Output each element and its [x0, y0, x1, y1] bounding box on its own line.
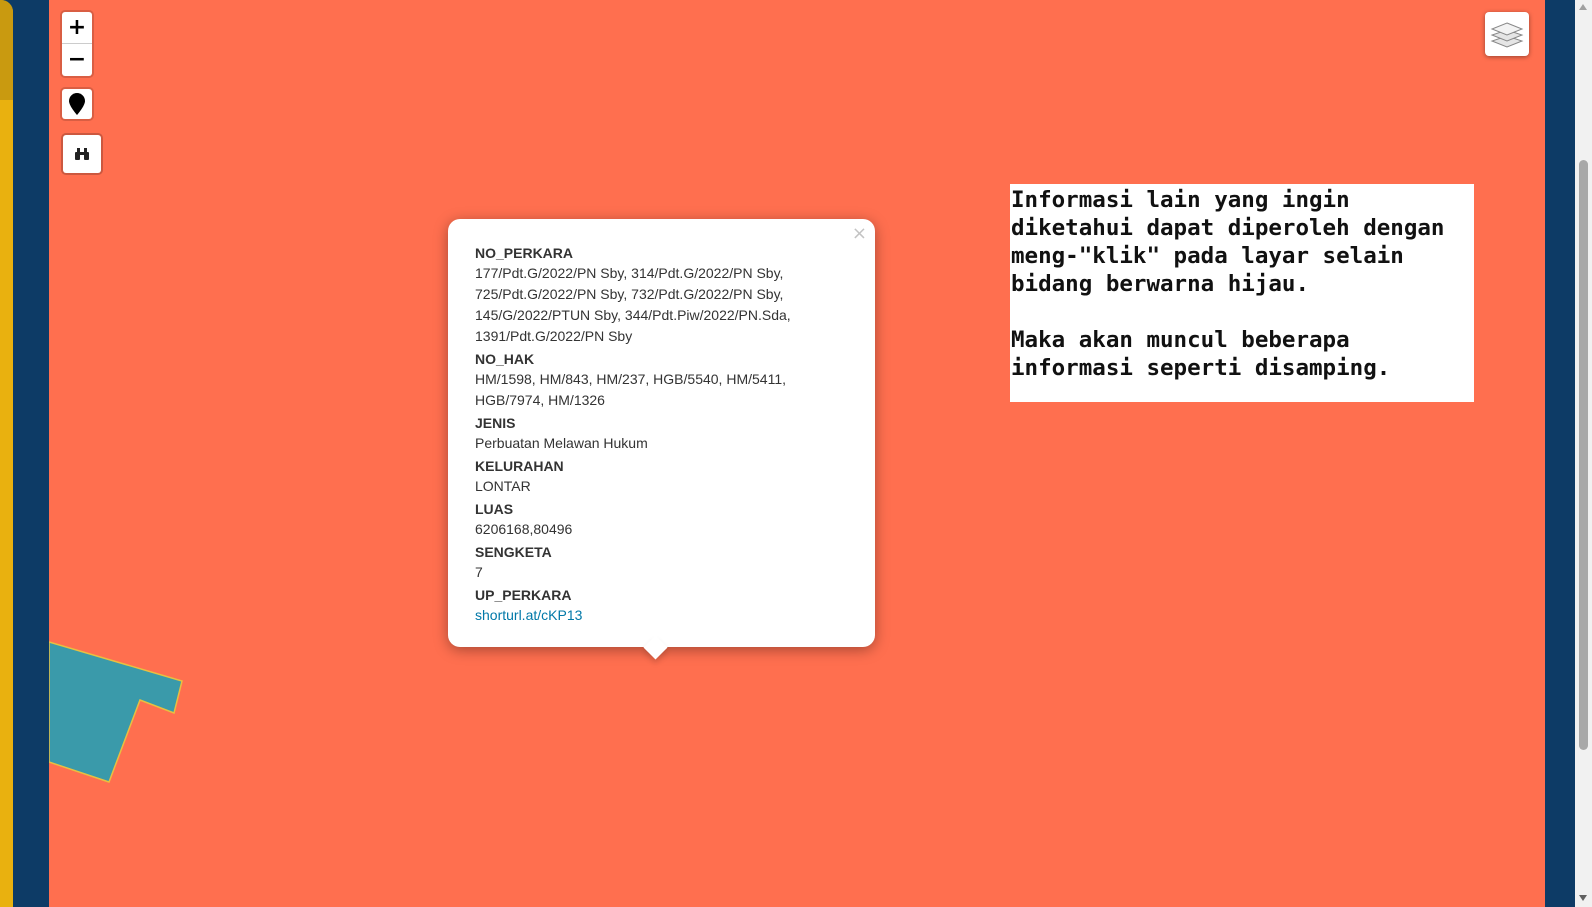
left-accent-bar: [0, 0, 13, 907]
zoom-control: + −: [62, 12, 92, 76]
field-name-jenis: JENIS: [475, 415, 516, 431]
map-canvas[interactable]: + − × NO_PERKARA 177/Pdt.G/2022/PN Sby, …: [49, 0, 1545, 907]
field-value-jenis: Perbuatan Melawan Hukum: [475, 435, 648, 451]
right-sidebar-strip: [1545, 0, 1575, 907]
left-accent-bar-top: [0, 0, 13, 100]
field-name-no-hak: NO_HAK: [475, 351, 535, 367]
map-marker-icon: [69, 93, 85, 115]
scroll-up-arrow-icon[interactable]: [1579, 4, 1587, 10]
field-value-no-perkara: 177/Pdt.G/2022/PN Sby, 314/Pdt.G/2022/PN…: [475, 265, 791, 344]
up-perkara-link[interactable]: shorturl.at/cKP13: [475, 607, 582, 623]
info-text: Informasi lain yang ingin diketahui dapa…: [1011, 187, 1445, 381]
scroll-thumb[interactable]: [1579, 160, 1588, 750]
zoom-out-button[interactable]: −: [62, 44, 92, 76]
locate-button[interactable]: [62, 89, 92, 119]
info-box: Informasi lain yang ingin diketahui dapa…: [1010, 184, 1474, 402]
popup-close-button[interactable]: ×: [852, 223, 867, 245]
layers-icon: [1490, 22, 1524, 48]
popup-content: NO_PERKARA 177/Pdt.G/2022/PN Sby, 314/Pd…: [475, 241, 845, 626]
field-name-no-perkara: NO_PERKARA: [475, 245, 574, 261]
field-name-luas: LUAS: [475, 501, 514, 517]
zoom-in-button[interactable]: +: [62, 12, 92, 44]
land-parcel[interactable]: [49, 641, 183, 783]
field-name-sengketa: SENGKETA: [475, 544, 552, 560]
field-name-up-perkara: UP_PERKARA: [475, 587, 572, 603]
binoculars-icon: [75, 148, 89, 160]
field-value-luas: 6206168,80496: [475, 521, 573, 537]
scroll-down-arrow-icon[interactable]: [1579, 895, 1587, 901]
layers-button[interactable]: [1485, 12, 1529, 56]
field-name-kelurahan: KELURAHAN: [475, 458, 564, 474]
feature-popup: × NO_PERKARA 177/Pdt.G/2022/PN Sby, 314/…: [448, 219, 875, 660]
field-value-sengketa: 7: [475, 564, 483, 580]
field-value-no-hak: HM/1598, HM/843, HM/237, HGB/5540, HM/54…: [475, 371, 786, 408]
vertical-scrollbar[interactable]: [1575, 0, 1592, 907]
field-value-kelurahan: LONTAR: [475, 478, 531, 494]
search-button[interactable]: [63, 135, 101, 173]
